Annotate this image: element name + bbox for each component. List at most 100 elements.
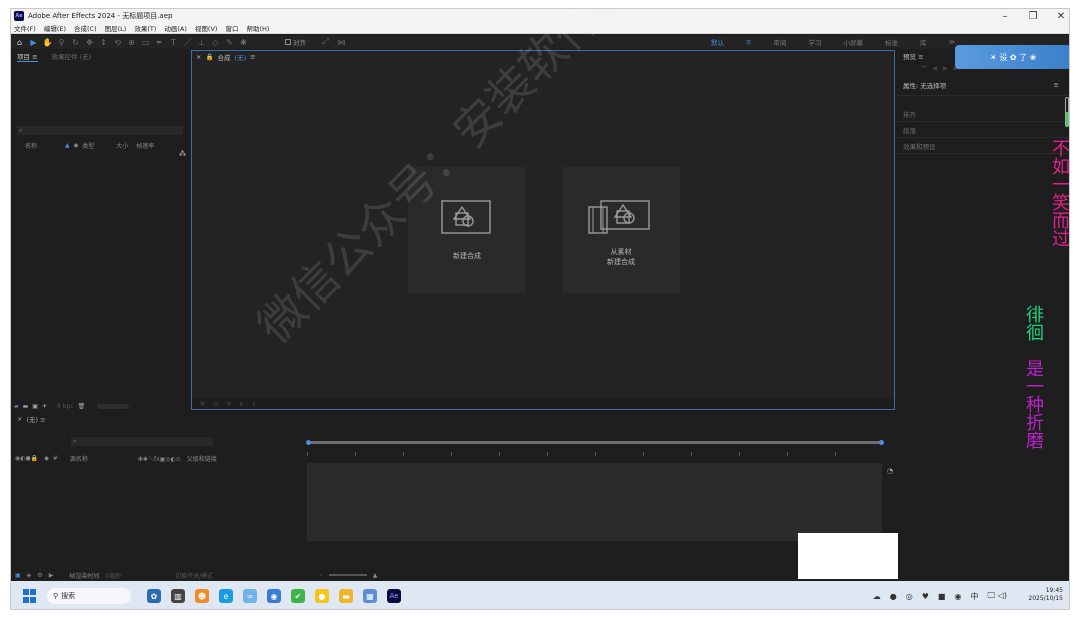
interpret-footage-icon[interactable]: ▰ <box>14 403 19 410</box>
clone-stamp-tool-icon[interactable]: ⊥ <box>196 37 207 48</box>
play-icon[interactable]: ▶ <box>943 65 948 72</box>
timeline-search-input[interactable]: ⌕ <box>71 437 213 446</box>
lock-icon[interactable]: 🔒 <box>205 53 213 61</box>
workspace-libraries[interactable]: 库 <box>920 37 927 47</box>
align-toggle[interactable]: 对齐 ⤢ ⋈ <box>285 37 347 48</box>
dolly-tool-icon[interactable]: ↕ <box>98 37 109 48</box>
snap-option-icon[interactable]: ⋈ <box>336 37 347 48</box>
column-parent-link[interactable]: 父级和链接 <box>187 454 217 463</box>
new-composition-card[interactable]: 新建合成 <box>408 167 526 293</box>
channel-icon[interactable]: ◐ <box>239 401 244 407</box>
home-icon[interactable]: ⌂ <box>14 37 25 48</box>
app-icon-5[interactable]: ▦ <box>363 589 377 603</box>
menu-window[interactable]: 窗口 <box>225 23 238 33</box>
column-source-name[interactable]: 源名称 <box>70 454 88 463</box>
graph-icon[interactable]: ⚙ <box>37 572 42 579</box>
network-volume-icon[interactable]: 🖵 ◁) <box>987 591 1007 601</box>
timeline-tracks[interactable] <box>307 463 882 541</box>
column-size[interactable]: 大小 <box>116 141 128 150</box>
task-view-icon[interactable]: ▥ <box>171 589 185 603</box>
project-search-input[interactable]: ⌕ <box>17 126 183 135</box>
app-icon-4[interactable]: ● <box>315 589 329 603</box>
menu-layer[interactable]: 图层(L) <box>105 23 127 33</box>
input-language[interactable]: 中 <box>970 591 978 602</box>
workspace-review[interactable]: 审阅 <box>773 37 786 47</box>
rotate-tool-icon[interactable]: ⟲ <box>112 37 123 48</box>
zoom-slider[interactable] <box>328 574 367 576</box>
brush-tool-icon[interactable]: ／ <box>182 37 193 48</box>
new-folder-icon[interactable]: ▬ <box>23 403 29 410</box>
panel-effects-presets[interactable]: 效果和预设 <box>897 138 1069 154</box>
menu-effect[interactable]: 效果(T) <box>134 23 156 33</box>
tray-icon-3[interactable]: ◎ <box>906 592 913 601</box>
work-area-bar[interactable] <box>307 441 883 444</box>
tab-project[interactable]: 项目 ≡ <box>17 51 38 62</box>
tray-icon-5[interactable]: ■ <box>938 592 946 601</box>
label-tag-icon[interactable]: ◆ <box>44 455 49 462</box>
workspace-default[interactable]: 默认 <box>711 37 724 47</box>
tray-icon-1[interactable]: ☁ <box>873 592 881 601</box>
rectangle-tool-icon[interactable]: ▭ <box>140 37 151 48</box>
menu-composition[interactable]: 合成(C) <box>74 23 97 33</box>
pen-tool-icon[interactable]: ✒ <box>154 37 165 48</box>
close-button[interactable]: ✕ <box>1055 11 1067 22</box>
tray-icon-2[interactable]: ● <box>890 592 897 601</box>
column-name[interactable]: 名称 <box>25 141 37 150</box>
motion-blur-icon[interactable]: ▶ <box>49 572 54 579</box>
resolution-icon[interactable]: ▤ <box>213 401 218 407</box>
timecode-icon[interactable]: ⧗ <box>252 401 256 408</box>
bit-depth-button[interactable]: 8 bpc <box>57 403 74 410</box>
start-button[interactable] <box>23 589 37 603</box>
app-icon-3[interactable]: ✔ <box>291 589 305 603</box>
clock[interactable]: 19:45 2025/10/15 <box>1028 587 1063 603</box>
properties-scrollbar[interactable] <box>1065 97 1069 127</box>
app-icon-2[interactable]: ∞ <box>243 589 257 603</box>
timeline-tab[interactable]: × (无) ≡ <box>11 413 895 425</box>
layer-controls-icon[interactable]: ▣ <box>15 572 21 579</box>
flowchart-icon[interactable]: ⁂ <box>179 150 186 158</box>
work-area-start-handle[interactable] <box>306 440 311 445</box>
properties-menu-icon[interactable]: ≡ <box>1054 81 1059 89</box>
menu-edit[interactable]: 编辑(E) <box>44 23 66 33</box>
edge-icon[interactable]: e <box>219 589 233 603</box>
minimize-button[interactable]: – <box>999 11 1011 22</box>
pin-icon[interactable]: ✈ <box>42 403 47 410</box>
menu-animation[interactable]: 动画(A) <box>164 23 187 33</box>
type-tool-icon[interactable]: T <box>168 37 179 48</box>
zoom-in-icon[interactable]: ▲ <box>373 572 378 579</box>
menu-view[interactable]: 视图(V) <box>195 23 218 33</box>
column-framerate[interactable]: 帧速率 <box>136 141 154 150</box>
pan-behind-tool-icon[interactable]: ⊕ <box>126 37 137 48</box>
taskbar-search[interactable]: ⚲ 搜索 <box>47 588 131 604</box>
trash-icon[interactable]: 🗑 <box>78 403 86 410</box>
orbit-tool-icon[interactable]: ↻ <box>70 37 81 48</box>
tray-icon-6[interactable]: ◉ <box>954 592 961 601</box>
tray-icon-4[interactable]: ♥ <box>922 592 929 601</box>
file-explorer-icon[interactable]: ▬ <box>339 589 353 603</box>
after-effects-taskbar-icon[interactable]: Ae <box>387 589 401 603</box>
workspace-standard[interactable]: 标准 <box>885 37 898 47</box>
column-type[interactable]: 类型 <box>82 141 94 150</box>
av-switches-icon[interactable]: ◉◐●🔒 <box>15 455 38 462</box>
first-frame-icon[interactable]: ⏮ <box>921 64 926 72</box>
align-checkbox[interactable] <box>285 39 291 45</box>
workspace-learn[interactable]: 学习 <box>808 37 821 47</box>
magnification-icon[interactable]: ▣ <box>200 401 205 407</box>
hand-tool-icon[interactable]: ✋ <box>42 37 53 48</box>
close-icon[interactable]: × <box>196 53 201 61</box>
thumbnail-slider[interactable] <box>97 403 130 409</box>
snapshot-icon[interactable]: ◉ <box>226 401 231 407</box>
comp-menu-icon[interactable]: ≡ <box>250 53 255 61</box>
maximize-button[interactable]: ❐ <box>1027 11 1039 22</box>
eraser-tool-icon[interactable]: ◇ <box>210 37 221 48</box>
selection-tool-icon[interactable]: ▶ <box>28 37 39 48</box>
prev-frame-icon[interactable]: ◀ <box>932 65 937 72</box>
zoom-out-icon[interactable]: ◦ <box>319 572 323 579</box>
comp-marker-icon[interactable]: ◔ <box>887 467 893 475</box>
panel-align[interactable]: 排齐 <box>897 106 1069 122</box>
scrollbar-thumb[interactable] <box>1066 112 1068 126</box>
puppet-tool-icon[interactable]: ✱ <box>238 37 249 48</box>
layer-number-icon[interactable]: # <box>53 455 58 462</box>
menu-help[interactable]: 帮助(H) <box>246 23 269 33</box>
composition-tab[interactable]: × 🔒 合成 (无) ≡ <box>192 51 894 63</box>
